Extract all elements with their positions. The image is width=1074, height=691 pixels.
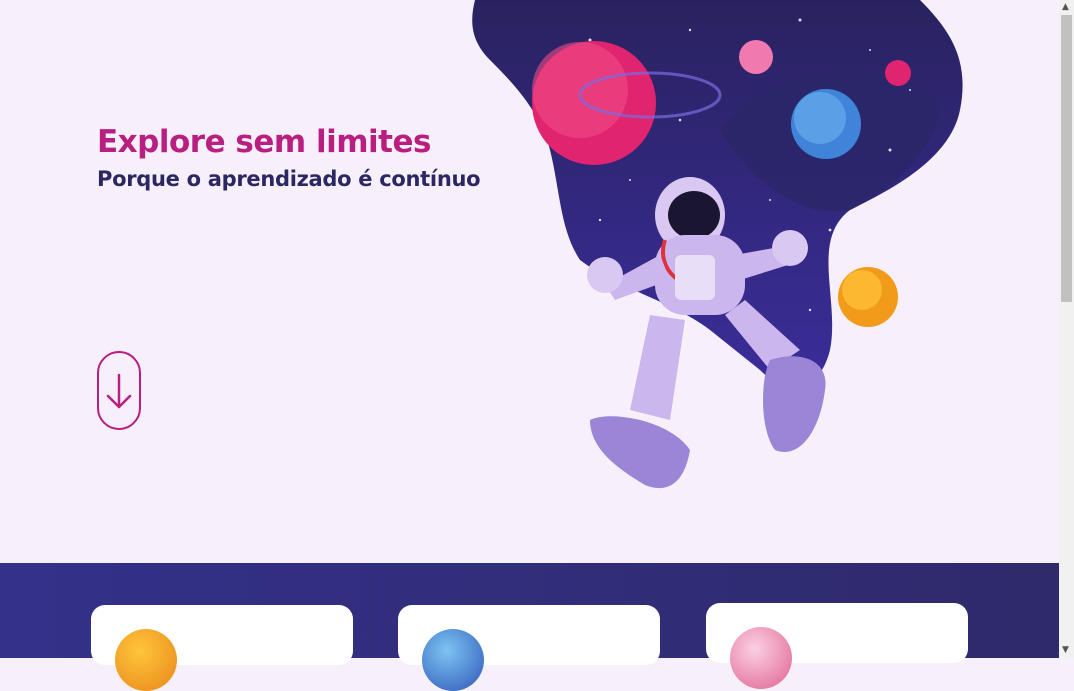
hero-section: Explore sem limites Porque o aprendizado… xyxy=(0,0,1059,563)
arrow-down-icon xyxy=(106,373,132,408)
feature-card[interactable] xyxy=(398,605,660,691)
feature-card[interactable] xyxy=(706,603,968,689)
scroll-up-icon[interactable]: ▲ xyxy=(1062,2,1069,12)
hero-title: Explore sem limites xyxy=(97,124,431,160)
astronaut-illustration xyxy=(472,0,963,489)
hero-subtitle: Porque o aprendizado é contínuo xyxy=(97,167,481,191)
pink-planet-icon xyxy=(730,627,792,689)
page-scrollbar[interactable]: ▲ ▼ xyxy=(1059,0,1074,658)
scrollbar-thumb[interactable] xyxy=(1061,15,1072,302)
scroll-down-icon[interactable]: ▼ xyxy=(1062,645,1069,655)
blue-planet-icon xyxy=(422,629,484,691)
scroll-down-button[interactable] xyxy=(97,351,141,430)
feature-card[interactable] xyxy=(91,605,353,691)
orange-planet-icon xyxy=(115,629,177,691)
